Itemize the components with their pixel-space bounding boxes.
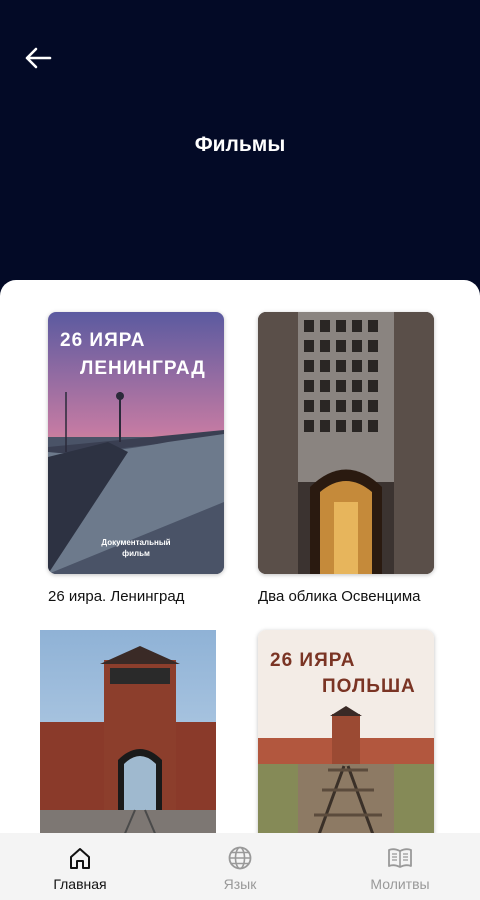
header: Фильмы [0, 0, 480, 300]
tab-prayers[interactable]: Молитвы [320, 833, 480, 900]
arrow-left-icon [25, 47, 52, 69]
film-poster[interactable]: 26 ИЯРА ЛЕНИНГРАД Документальный фильм [48, 312, 224, 574]
film-card[interactable]: 26 ИЯРА ПОЛЬША [258, 630, 434, 840]
tab-label: Главная [53, 876, 107, 892]
film-title: 26 ияра. Ленинград [48, 588, 185, 605]
film-poster[interactable]: 26 ИЯРА ПОЛЬША [258, 630, 434, 840]
film-poster[interactable] [258, 312, 434, 574]
book-icon [388, 848, 412, 868]
tab-home[interactable]: Главная [0, 833, 160, 900]
poster-title-line1: 26 ИЯРА [60, 330, 146, 351]
tab-label: Язык [223, 876, 257, 892]
tab-label: Молитвы [370, 876, 430, 892]
film-card[interactable]: 26 ИЯРА ЛЕНИНГРАД Документальный фильм 2… [48, 312, 224, 605]
page-title: Фильмы [194, 133, 286, 156]
globe-icon [228, 846, 252, 870]
poster-title-line1: 26 ИЯРА [270, 650, 356, 671]
back-button[interactable] [18, 40, 58, 76]
poster-caption: Документальный [101, 538, 171, 547]
film-poster[interactable] [40, 630, 216, 840]
bottom-tab-bar: Главная Язык Молитвы [0, 833, 480, 900]
film-card[interactable]: Два облика Освенцима [258, 312, 434, 605]
film-card[interactable] [40, 630, 216, 840]
poster-title-line2: ПОЛЬША [322, 676, 416, 697]
tab-language[interactable]: Язык [160, 833, 320, 900]
poster-caption: фильм [122, 549, 150, 558]
film-title: Два облика Освенцима [258, 588, 421, 605]
films-grid: 26 ИЯРА ЛЕНИНГРАД Документальный фильм 2… [0, 280, 480, 840]
poster-title-line2: ЛЕНИНГРАД [80, 358, 206, 379]
home-icon [70, 848, 90, 869]
